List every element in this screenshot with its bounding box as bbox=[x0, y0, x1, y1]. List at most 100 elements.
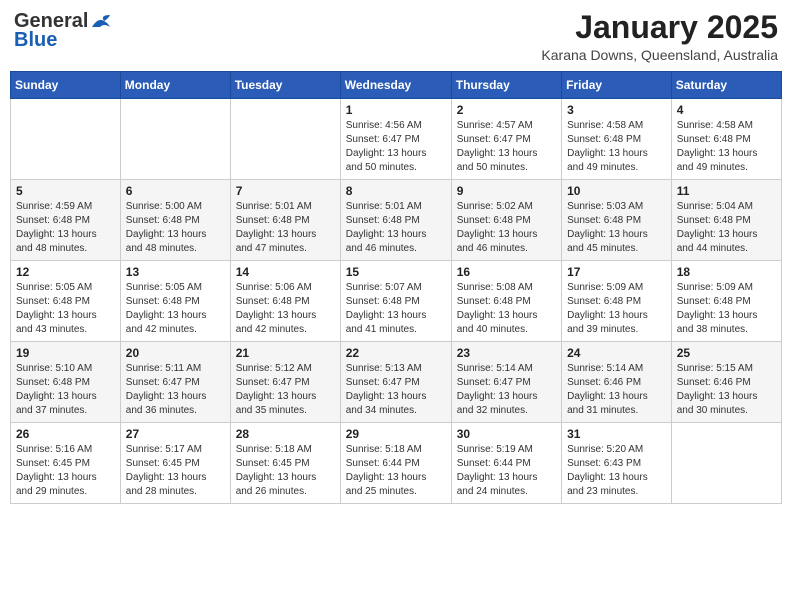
calendar-week-row: 12 Sunrise: 5:05 AM Sunset: 6:48 PM Dayli… bbox=[11, 261, 782, 342]
calendar-week-row: 5Sunrise: 4:59 AM Sunset: 6:48 PM Daylig… bbox=[11, 180, 782, 261]
location-text: Karana Downs, Queensland, Australia bbox=[541, 47, 778, 63]
calendar-cell: 22 Sunrise: 5:13 AM Sunset: 6:47 PM Dayli… bbox=[340, 342, 451, 423]
calendar-header-row: SundayMondayTuesdayWednesdayThursdayFrid… bbox=[11, 72, 782, 99]
day-number: 25 bbox=[677, 346, 776, 360]
calendar-cell: 29 Sunrise: 5:18 AM Sunset: 6:44 PM Dayli… bbox=[340, 423, 451, 504]
calendar-cell: 27Sunrise: 5:17 AM Sunset: 6:45 PM Dayli… bbox=[120, 423, 230, 504]
calendar-cell: 30 Sunrise: 5:19 AM Sunset: 6:44 PM Dayli… bbox=[451, 423, 561, 504]
month-title: January 2025 bbox=[541, 10, 778, 45]
day-info: Sunrise: 5:05 AM Sunset: 6:48 PM Dayligh… bbox=[16, 281, 115, 337]
day-info: Sunrise: 5:18 AM Sunset: 6:44 PM Dayligh… bbox=[346, 443, 446, 499]
day-number: 28 bbox=[236, 427, 335, 441]
calendar-cell: 2 Sunrise: 4:57 AM Sunset: 6:47 PM Daylig… bbox=[451, 99, 561, 180]
day-info: Sunrise: 5:03 AM Sunset: 6:48 PM Dayligh… bbox=[567, 200, 666, 256]
day-number: 15 bbox=[346, 265, 446, 279]
day-info: Sunrise: 5:11 AM Sunset: 6:47 PM Dayligh… bbox=[126, 362, 225, 418]
calendar-cell: 16 Sunrise: 5:08 AM Sunset: 6:48 PM Dayli… bbox=[451, 261, 561, 342]
day-number: 2 bbox=[457, 103, 556, 117]
day-info: Sunrise: 4:58 AM Sunset: 6:48 PM Dayligh… bbox=[677, 119, 776, 175]
weekday-header-saturday: Saturday bbox=[671, 72, 781, 99]
day-number: 27 bbox=[126, 427, 225, 441]
calendar-cell: 4 Sunrise: 4:58 AM Sunset: 6:48 PM Daylig… bbox=[671, 99, 781, 180]
page-header: General Blue January 2025 Karana Downs, … bbox=[10, 10, 782, 63]
calendar-cell: 17Sunrise: 5:09 AM Sunset: 6:48 PM Dayli… bbox=[562, 261, 672, 342]
day-info: Sunrise: 5:05 AM Sunset: 6:48 PM Dayligh… bbox=[126, 281, 225, 337]
logo-bird-icon bbox=[90, 13, 112, 31]
day-number: 4 bbox=[677, 103, 776, 117]
day-number: 16 bbox=[457, 265, 556, 279]
day-number: 10 bbox=[567, 184, 666, 198]
day-number: 6 bbox=[126, 184, 225, 198]
day-info: Sunrise: 5:00 AM Sunset: 6:48 PM Dayligh… bbox=[126, 200, 225, 256]
day-info: Sunrise: 5:14 AM Sunset: 6:47 PM Dayligh… bbox=[457, 362, 556, 418]
day-number: 9 bbox=[457, 184, 556, 198]
calendar-cell: 15 Sunrise: 5:07 AM Sunset: 6:48 PM Dayli… bbox=[340, 261, 451, 342]
logo: General Blue bbox=[14, 10, 112, 52]
calendar-cell: 19 Sunrise: 5:10 AM Sunset: 6:48 PM Dayli… bbox=[11, 342, 121, 423]
day-number: 30 bbox=[457, 427, 556, 441]
calendar-week-row: 1Sunrise: 4:56 AM Sunset: 6:47 PM Daylig… bbox=[11, 99, 782, 180]
weekday-header-friday: Friday bbox=[562, 72, 672, 99]
day-info: Sunrise: 5:02 AM Sunset: 6:48 PM Dayligh… bbox=[457, 200, 556, 256]
weekday-header-sunday: Sunday bbox=[11, 72, 121, 99]
calendar-cell: 28Sunrise: 5:18 AM Sunset: 6:45 PM Dayli… bbox=[230, 423, 340, 504]
calendar-table: SundayMondayTuesdayWednesdayThursdayFrid… bbox=[10, 71, 782, 504]
day-number: 12 bbox=[16, 265, 115, 279]
day-info: Sunrise: 5:07 AM Sunset: 6:48 PM Dayligh… bbox=[346, 281, 446, 337]
weekday-header-thursday: Thursday bbox=[451, 72, 561, 99]
calendar-cell: 10 Sunrise: 5:03 AM Sunset: 6:48 PM Dayli… bbox=[562, 180, 672, 261]
calendar-cell: 9 Sunrise: 5:02 AM Sunset: 6:48 PM Daylig… bbox=[451, 180, 561, 261]
calendar-week-row: 26 Sunrise: 5:16 AM Sunset: 6:45 PM Dayli… bbox=[11, 423, 782, 504]
day-info: Sunrise: 5:10 AM Sunset: 6:48 PM Dayligh… bbox=[16, 362, 115, 418]
calendar-cell bbox=[671, 423, 781, 504]
calendar-cell: 31 Sunrise: 5:20 AM Sunset: 6:43 PM Dayli… bbox=[562, 423, 672, 504]
day-number: 23 bbox=[457, 346, 556, 360]
calendar-cell: 20 Sunrise: 5:11 AM Sunset: 6:47 PM Dayli… bbox=[120, 342, 230, 423]
day-number: 24 bbox=[567, 346, 666, 360]
title-block: January 2025 Karana Downs, Queensland, A… bbox=[541, 10, 778, 63]
calendar-cell: 25 Sunrise: 5:15 AM Sunset: 6:46 PM Dayli… bbox=[671, 342, 781, 423]
calendar-cell bbox=[11, 99, 121, 180]
day-info: Sunrise: 4:57 AM Sunset: 6:47 PM Dayligh… bbox=[457, 119, 556, 175]
day-info: Sunrise: 4:59 AM Sunset: 6:48 PM Dayligh… bbox=[16, 200, 115, 256]
weekday-header-wednesday: Wednesday bbox=[340, 72, 451, 99]
day-info: Sunrise: 5:15 AM Sunset: 6:46 PM Dayligh… bbox=[677, 362, 776, 418]
day-number: 20 bbox=[126, 346, 225, 360]
day-number: 21 bbox=[236, 346, 335, 360]
day-number: 14 bbox=[236, 265, 335, 279]
day-info: Sunrise: 4:56 AM Sunset: 6:47 PM Dayligh… bbox=[346, 119, 446, 175]
calendar-cell: 23 Sunrise: 5:14 AM Sunset: 6:47 PM Dayli… bbox=[451, 342, 561, 423]
day-number: 22 bbox=[346, 346, 446, 360]
day-number: 19 bbox=[16, 346, 115, 360]
calendar-cell: 26 Sunrise: 5:16 AM Sunset: 6:45 PM Dayli… bbox=[11, 423, 121, 504]
day-number: 29 bbox=[346, 427, 446, 441]
day-number: 11 bbox=[677, 184, 776, 198]
day-info: Sunrise: 5:04 AM Sunset: 6:48 PM Dayligh… bbox=[677, 200, 776, 256]
day-number: 8 bbox=[346, 184, 446, 198]
day-info: Sunrise: 5:09 AM Sunset: 6:48 PM Dayligh… bbox=[567, 281, 666, 337]
day-info: Sunrise: 4:58 AM Sunset: 6:48 PM Dayligh… bbox=[567, 119, 666, 175]
calendar-cell: 24 Sunrise: 5:14 AM Sunset: 6:46 PM Dayli… bbox=[562, 342, 672, 423]
day-number: 26 bbox=[16, 427, 115, 441]
day-info: Sunrise: 5:20 AM Sunset: 6:43 PM Dayligh… bbox=[567, 443, 666, 499]
calendar-cell: 14 Sunrise: 5:06 AM Sunset: 6:48 PM Dayli… bbox=[230, 261, 340, 342]
day-number: 31 bbox=[567, 427, 666, 441]
day-info: Sunrise: 5:01 AM Sunset: 6:48 PM Dayligh… bbox=[346, 200, 446, 256]
calendar-cell: 3Sunrise: 4:58 AM Sunset: 6:48 PM Daylig… bbox=[562, 99, 672, 180]
day-info: Sunrise: 5:08 AM Sunset: 6:48 PM Dayligh… bbox=[457, 281, 556, 337]
day-info: Sunrise: 5:13 AM Sunset: 6:47 PM Dayligh… bbox=[346, 362, 446, 418]
day-info: Sunrise: 5:14 AM Sunset: 6:46 PM Dayligh… bbox=[567, 362, 666, 418]
calendar-week-row: 19 Sunrise: 5:10 AM Sunset: 6:48 PM Dayli… bbox=[11, 342, 782, 423]
calendar-cell: 13Sunrise: 5:05 AM Sunset: 6:48 PM Dayli… bbox=[120, 261, 230, 342]
day-info: Sunrise: 5:01 AM Sunset: 6:48 PM Dayligh… bbox=[236, 200, 335, 256]
logo-blue-text: Blue bbox=[14, 29, 57, 52]
calendar-cell: 18Sunrise: 5:09 AM Sunset: 6:48 PM Dayli… bbox=[671, 261, 781, 342]
calendar-cell: 21Sunrise: 5:12 AM Sunset: 6:47 PM Dayli… bbox=[230, 342, 340, 423]
day-info: Sunrise: 5:09 AM Sunset: 6:48 PM Dayligh… bbox=[677, 281, 776, 337]
calendar-cell: 6 Sunrise: 5:00 AM Sunset: 6:48 PM Daylig… bbox=[120, 180, 230, 261]
day-number: 7 bbox=[236, 184, 335, 198]
day-info: Sunrise: 5:06 AM Sunset: 6:48 PM Dayligh… bbox=[236, 281, 335, 337]
day-info: Sunrise: 5:16 AM Sunset: 6:45 PM Dayligh… bbox=[16, 443, 115, 499]
weekday-header-monday: Monday bbox=[120, 72, 230, 99]
day-info: Sunrise: 5:19 AM Sunset: 6:44 PM Dayligh… bbox=[457, 443, 556, 499]
